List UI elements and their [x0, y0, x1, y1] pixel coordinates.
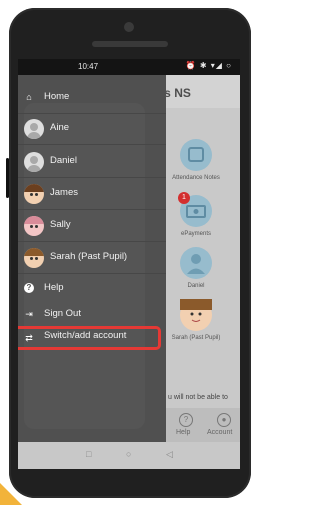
daniel-label: Daniel [187, 283, 205, 289]
drawer-item-label: Sarah (Past Pupil) [50, 251, 128, 262]
note-icon [188, 147, 204, 162]
drawer-item-james[interactable]: James [18, 179, 166, 209]
status-time: 10:47 [78, 62, 99, 71]
drawer-item-label: Daniel [50, 155, 77, 166]
daniel-tile[interactable] [180, 247, 212, 279]
epayments-badge: 1 [178, 192, 190, 204]
divider [18, 209, 166, 210]
status-bar: 10:47 ⏰ ✱ ▾◢ ○ [18, 59, 240, 75]
drawer-item-label: Aine [50, 122, 70, 133]
home-circle-icon[interactable]: ○ [126, 449, 131, 459]
account-icon[interactable]: ● [217, 413, 231, 427]
help-icon[interactable]: ? [179, 413, 193, 427]
attendance-notes-label: Attendance Notes [172, 175, 220, 181]
sarah-label: Sarah (Past Pupil) [171, 335, 221, 341]
drawer-item-label: Sign Out [44, 308, 81, 319]
highlight-box [18, 326, 161, 350]
phone-frame: 10:47 ⏰ ✱ ▾◢ ○ n's NS Attendance Notes 1… [6, 8, 251, 498]
drawer-item-label: Home [44, 91, 70, 102]
child-avatar [24, 216, 44, 236]
phone-screen: 10:47 ⏰ ✱ ▾◢ ○ n's NS Attendance Notes 1… [18, 59, 240, 469]
avatar-placeholder-icon [24, 152, 44, 172]
drawer-item-label: Sally [50, 219, 71, 230]
drawer-item-daniel[interactable]: Daniel [18, 147, 166, 177]
front-camera [124, 22, 134, 32]
speaker-grille [92, 41, 168, 47]
divider [18, 177, 166, 178]
warning-text: u will not be able to [168, 394, 228, 401]
child-avatar [24, 248, 44, 268]
sign-out-icon: ⇥ [25, 309, 33, 319]
android-nav-bar: □ ○ ◁ [18, 442, 240, 469]
drawer-item-sarah[interactable]: Sarah (Past Pupil) [18, 243, 166, 273]
side-button [6, 158, 9, 198]
drawer-item-home[interactable]: ⌂ Home [18, 83, 166, 113]
person-icon [187, 254, 205, 274]
divider [18, 241, 166, 242]
recents-icon[interactable]: □ [86, 449, 91, 459]
drawer-item-label: James [50, 187, 78, 198]
status-icons: ⏰ ✱ ▾◢ ○ [185, 61, 232, 70]
avatar-placeholder-icon [24, 119, 44, 139]
bottom-help-label[interactable]: Help [176, 429, 190, 436]
navigation-drawer: ⌂ Home Aine Daniel James Sally Sarah (Pa… [18, 75, 166, 442]
attendance-notes-tile[interactable] [180, 139, 212, 171]
sarah-tile[interactable] [180, 299, 212, 331]
drawer-item-aine[interactable]: Aine [18, 114, 166, 144]
back-icon[interactable]: ◁ [166, 449, 173, 460]
epayments-label: ePayments [180, 231, 211, 237]
home-icon: ⌂ [26, 92, 32, 102]
child-photo [180, 299, 212, 322]
drawer-item-sally[interactable]: Sally [18, 211, 166, 241]
help-icon: ? [24, 283, 34, 293]
child-avatar [24, 184, 44, 204]
drawer-item-label: Help [44, 282, 64, 293]
bottom-account-label[interactable]: Account [207, 429, 232, 436]
divider [18, 144, 166, 145]
